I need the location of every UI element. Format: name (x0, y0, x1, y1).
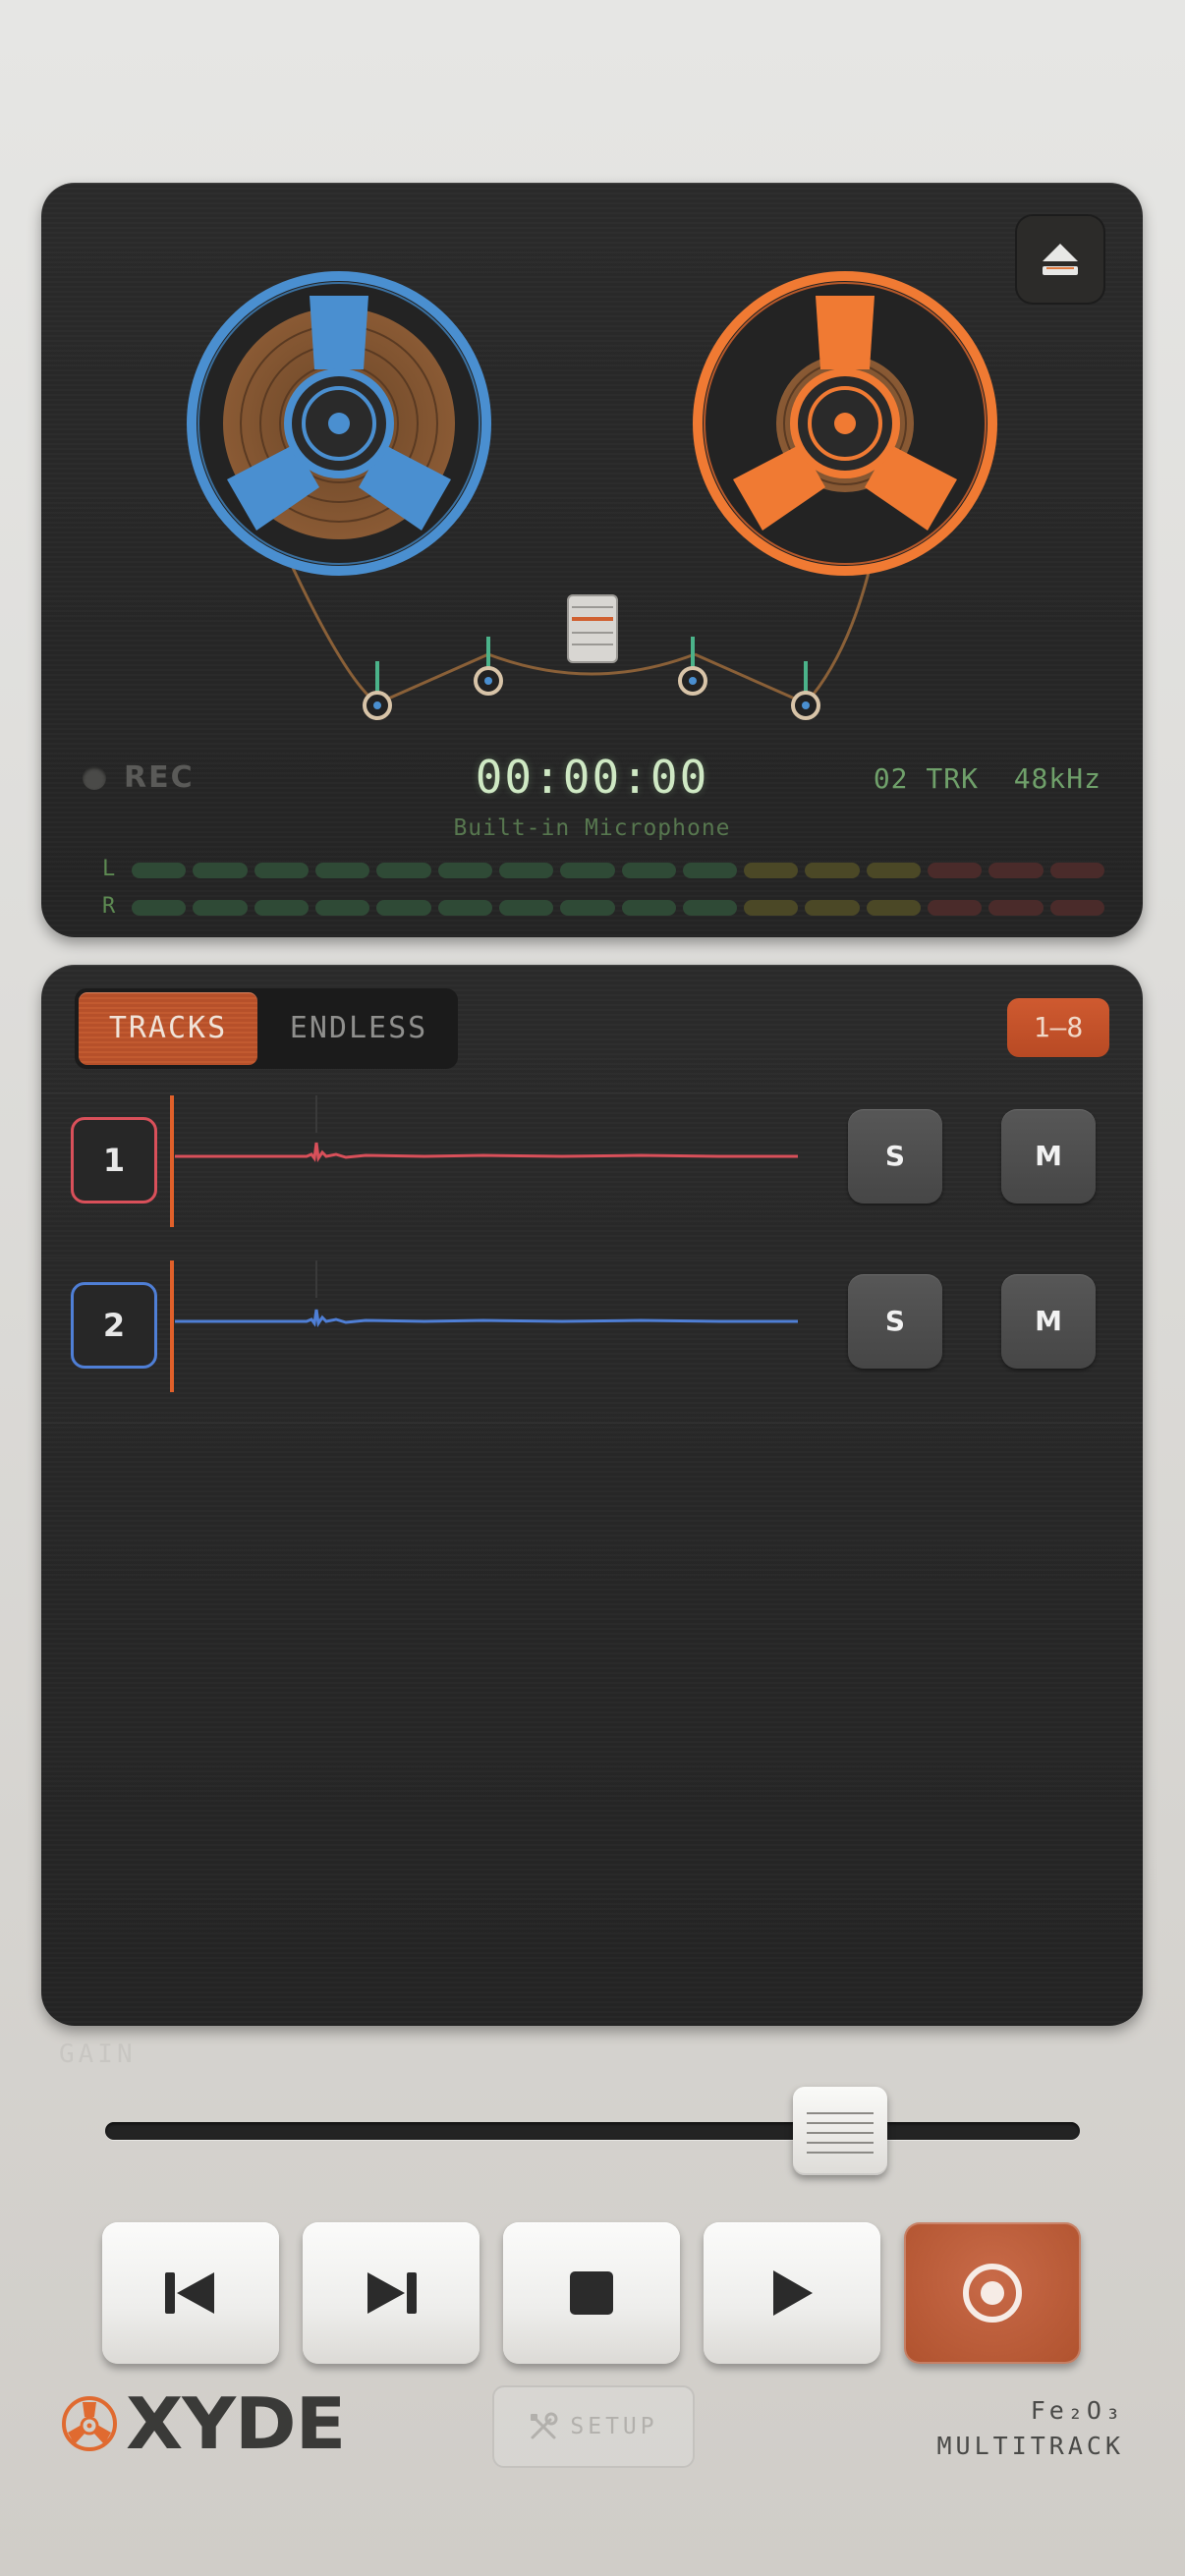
meter-segment (376, 900, 431, 916)
meter-segment (928, 863, 983, 878)
meter-segment (254, 863, 309, 878)
track-row: 1 S M (41, 1092, 1143, 1259)
reel-logo-icon (62, 2396, 117, 2451)
left-reel (187, 271, 491, 576)
mode-endless-tab[interactable]: ENDLESS (263, 992, 454, 1065)
record-icon (963, 2264, 1022, 2323)
tape-deck-panel: REC 00:00:00 02 TRK 48kHz Built-in Micro… (41, 183, 1143, 937)
stop-button[interactable] (503, 2222, 680, 2364)
mute-button[interactable]: M (1001, 1274, 1096, 1369)
level-meter-left (132, 863, 1104, 878)
meter-segment (1049, 863, 1104, 878)
meter-segment (314, 900, 370, 916)
skip-back-button[interactable] (102, 2222, 279, 2364)
stop-icon (570, 2271, 613, 2315)
meter-segment (866, 900, 922, 916)
meter-segment (314, 863, 370, 878)
meter-segment (193, 863, 248, 878)
meter-segment (682, 863, 738, 878)
meter-segment (437, 900, 492, 916)
format-readout: 02 TRK 48kHz (874, 762, 1101, 795)
meter-segment (498, 863, 554, 878)
track-number-badge[interactable]: 2 (71, 1282, 157, 1369)
meter-segment (744, 900, 799, 916)
input-source[interactable]: Built-in Microphone (41, 815, 1143, 841)
model-name: MULTITRACK (936, 2432, 1124, 2460)
meter-segment (682, 900, 738, 916)
gain-slider-track[interactable] (105, 2122, 1080, 2140)
meter-segment (437, 863, 492, 878)
mode-tracks-tab[interactable]: TRACKS (79, 992, 257, 1065)
eject-icon (1043, 244, 1078, 275)
solo-button[interactable]: S (848, 1109, 942, 1204)
track-number-badge[interactable]: 1 (71, 1117, 157, 1204)
meter-segment (805, 900, 860, 916)
meter-segment (498, 900, 554, 916)
meter-segment (132, 900, 187, 916)
sample-rate: 48kHz (1013, 762, 1101, 795)
brand-logo: XYDE (61, 2382, 346, 2465)
mode-switch: TRACKS ENDLESS (75, 988, 458, 1069)
setup-button[interactable]: SETUP (492, 2385, 695, 2468)
meter-segment (744, 863, 799, 878)
meter-segment (560, 900, 615, 916)
track-range-button[interactable]: 1–8 (1007, 998, 1109, 1057)
play-button[interactable] (704, 2222, 880, 2364)
level-meter-right (132, 900, 1104, 916)
track-divider (41, 1423, 1143, 1424)
track-count: 02 TRK (873, 762, 979, 795)
meter-segment (988, 900, 1044, 916)
meter-segment (866, 863, 922, 878)
meter-segment (132, 863, 187, 878)
track-waveform (170, 1095, 798, 1227)
setup-label: SETUP (570, 2414, 658, 2439)
meter-segment (560, 863, 615, 878)
meter-segment (928, 900, 983, 916)
meter-segment (1049, 900, 1104, 916)
meter-segment (254, 900, 309, 916)
meter-segment (376, 863, 431, 878)
tools-icon (531, 2412, 558, 2439)
brand-name: XYDE (126, 2382, 346, 2465)
meter-left-label: L (102, 857, 116, 881)
meter-segment (193, 900, 248, 916)
right-reel (693, 271, 997, 576)
meter-segment (621, 863, 676, 878)
skip-back-icon (165, 2272, 214, 2314)
gain-label: GAIN (59, 2040, 137, 2069)
play-icon (773, 2270, 813, 2316)
mute-button[interactable]: M (1001, 1109, 1096, 1204)
skip-forward-button[interactable] (303, 2222, 480, 2364)
meter-right-label: R (102, 894, 116, 919)
model-label: Fe₂O₃ MULTITRACK (936, 2393, 1124, 2464)
tape-head (567, 594, 618, 663)
gain-slider-thumb[interactable] (792, 2087, 887, 2175)
meter-segment (988, 863, 1044, 878)
track-row: 2 S M (41, 1258, 1143, 1424)
solo-button[interactable]: S (848, 1274, 942, 1369)
skip-forward-icon (367, 2272, 417, 2314)
record-button[interactable] (904, 2222, 1081, 2364)
reel-assembly (187, 271, 997, 720)
meter-segment (805, 863, 860, 878)
eject-button[interactable] (1015, 214, 1105, 305)
meter-segment (621, 900, 676, 916)
model-formula: Fe₂O₃ (1030, 2396, 1124, 2425)
track-waveform (170, 1260, 798, 1392)
tracks-panel: TRACKS ENDLESS 1–8 1 S M 2 S M (41, 965, 1143, 2026)
